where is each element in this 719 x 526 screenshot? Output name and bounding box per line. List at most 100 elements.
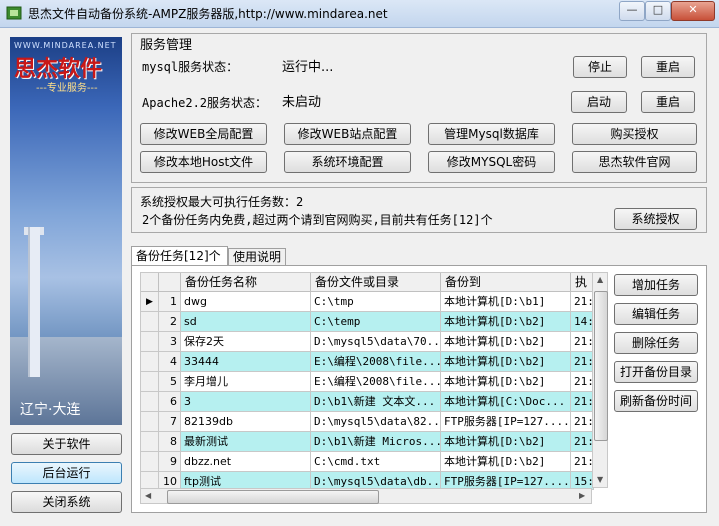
cell-dest[interactable]: FTP服务器[IP=127.... (441, 412, 571, 432)
edit-web-global-config-button[interactable]: 修改WEB全局配置 (140, 123, 267, 145)
cell-dest[interactable]: 本地计算机[C:\Doc... (441, 392, 571, 412)
open-backup-dir-button[interactable]: 打开备份目录 (614, 361, 698, 383)
table-row[interactable]: 8 最新测试 D:\b1\新建 Micros... 本地计算机[D:\b2] 21: (141, 432, 593, 452)
row-indicator (141, 432, 159, 452)
cell-exec[interactable]: 21: (571, 372, 593, 392)
cell-name[interactable]: dbzz.net (181, 452, 311, 472)
cell-name[interactable]: sd (181, 312, 311, 332)
grid-vertical-scrollbar[interactable]: ▲ ▼ (592, 272, 608, 488)
cell-src[interactable]: C:\tmp (311, 292, 441, 312)
license-note: 2个备份任务内免费,超过两个请到官网购买,目前共有任务[12]个 (142, 213, 493, 227)
cell-dest[interactable]: 本地计算机[D:\b2] (441, 312, 571, 332)
cell-src[interactable]: E:\编程\2008\file... (311, 352, 441, 372)
cell-name[interactable]: 保存2天 (181, 332, 311, 352)
system-license-button[interactable]: 系统授权 (614, 208, 697, 230)
table-row[interactable]: 7 82139db D:\mysql5\data\82... FTP服务器[IP=12… (141, 412, 593, 432)
mysql-status-value: 运行中... (282, 60, 334, 75)
row-indicator (141, 332, 159, 352)
table-row[interactable]: 2 sd C:\temp 本地计算机[D:\b2] 14: (141, 312, 593, 332)
apache-status-label: Apache2.2服务状态： (142, 96, 268, 110)
header-destination[interactable]: 备份到 (441, 273, 571, 291)
brand-banner: WWW.MINDAREA.NET 思杰软件 ---专业服务--- 辽宁·大连 (10, 37, 122, 425)
current-row-indicator-icon: ▶ (141, 292, 159, 312)
cell-name[interactable]: 最新测试 (181, 432, 311, 452)
header-exec[interactable]: 执 (571, 273, 593, 291)
table-row[interactable]: 6 3 D:\b1\新建 文本文... 本地计算机[C:\Doc... 21: (141, 392, 593, 412)
about-button[interactable]: 关于软件 (11, 433, 122, 455)
cell-dest[interactable]: 本地计算机[D:\b2] (441, 452, 571, 472)
cell-name[interactable]: 李月增儿 (181, 372, 311, 392)
apache-status-value: 未启动 (282, 95, 322, 110)
cell-src[interactable]: E:\编程\2008\file... (311, 372, 441, 392)
tasks-grid[interactable]: 备份任务名称 备份文件或目录 备份到 执 ▶ 1 dwg C:\tmp 本地计算机[D:… (140, 272, 594, 490)
horizontal-scroll-thumb[interactable] (167, 490, 379, 504)
cell-exec[interactable]: 21: (571, 352, 593, 372)
scroll-up-icon[interactable]: ▲ (597, 275, 603, 284)
table-row[interactable]: 5 李月增儿 E:\编程\2008\file... 本地计算机[D:\b2] 21: (141, 372, 593, 392)
tab-instructions[interactable]: 使用说明 (228, 248, 286, 266)
row-indicator (141, 372, 159, 392)
cell-src[interactable]: C:\cmd.txt (311, 452, 441, 472)
monument-icon (28, 227, 40, 377)
manage-mysql-db-button[interactable]: 管理Mysql数据库 (428, 123, 555, 145)
mysql-restart-button[interactable]: 重启 (641, 56, 695, 78)
cell-src[interactable]: C:\temp (311, 312, 441, 332)
cell-name[interactable]: 82139db (181, 412, 311, 432)
row-number: 7 (159, 412, 181, 432)
cell-exec[interactable]: 14: (571, 312, 593, 332)
cell-exec[interactable]: 21: (571, 412, 593, 432)
close-system-button[interactable]: 关闭系统 (11, 491, 122, 513)
grid-header: 备份任务名称 备份文件或目录 备份到 执 (141, 273, 593, 292)
mysql-stop-button[interactable]: 停止 (573, 56, 627, 78)
row-indicator (141, 312, 159, 332)
delete-task-button[interactable]: 删除任务 (614, 332, 698, 354)
cell-dest[interactable]: 本地计算机[D:\b1] (441, 292, 571, 312)
scroll-right-icon[interactable]: ▶ (579, 491, 585, 500)
apache-restart-button[interactable]: 重启 (641, 91, 695, 113)
cell-name[interactable]: 33444 (181, 352, 311, 372)
cell-dest[interactable]: 本地计算机[D:\b2] (441, 332, 571, 352)
add-task-button[interactable]: 增加任务 (614, 274, 698, 296)
cell-dest[interactable]: 本地计算机[D:\b2] (441, 372, 571, 392)
close-button[interactable]: ✕ (671, 1, 715, 21)
cell-dest[interactable]: 本地计算机[D:\b2] (441, 432, 571, 452)
edit-web-site-config-button[interactable]: 修改WEB站点配置 (284, 123, 411, 145)
tab-backup-tasks[interactable]: 备份任务[12]个 (131, 246, 228, 266)
table-row[interactable]: 9 dbzz.net C:\cmd.txt 本地计算机[D:\b2] 21: (141, 452, 593, 472)
edit-task-button[interactable]: 编辑任务 (614, 303, 698, 325)
scroll-down-icon[interactable]: ▼ (597, 475, 603, 484)
cell-exec[interactable]: 21: (571, 392, 593, 412)
vertical-scroll-thumb[interactable] (594, 291, 608, 441)
grid-horizontal-scrollbar[interactable]: ◀ ▶ (140, 488, 592, 504)
header-task-name[interactable]: 备份任务名称 (181, 273, 311, 291)
edit-host-file-button[interactable]: 修改本地Host文件 (140, 151, 267, 173)
cell-src[interactable]: D:\mysql5\data\82... (311, 412, 441, 432)
background-run-button[interactable]: 后台运行 (11, 462, 122, 484)
system-env-config-button[interactable]: 系统环境配置 (284, 151, 411, 173)
table-row[interactable]: ▶ 1 dwg C:\tmp 本地计算机[D:\b1] 21: (141, 292, 593, 312)
cell-src[interactable]: D:\b1\新建 文本文... (311, 392, 441, 412)
cell-name[interactable]: 3 (181, 392, 311, 412)
official-site-button[interactable]: 思杰软件官网 (572, 151, 697, 173)
cell-exec[interactable]: 21: (571, 332, 593, 352)
minimize-button[interactable]: — (619, 1, 645, 21)
header-source[interactable]: 备份文件或目录 (311, 273, 441, 291)
cell-dest[interactable]: 本地计算机[D:\b2] (441, 352, 571, 372)
table-row[interactable]: 4 33444 E:\编程\2008\file... 本地计算机[D:\b2] 21: (141, 352, 593, 372)
tasks-panel: 备份任务名称 备份文件或目录 备份到 执 ▶ 1 dwg C:\tmp 本地计算机[D:… (131, 265, 707, 513)
refresh-backup-time-button[interactable]: 刷新备份时间 (614, 390, 698, 412)
cell-exec[interactable]: 21: (571, 432, 593, 452)
cell-exec[interactable]: 21: (571, 452, 593, 472)
maximize-button[interactable]: □ (645, 1, 671, 21)
table-row[interactable]: 3 保存2天 D:\mysql5\data\70... 本地计算机[D:\b2] 21: (141, 332, 593, 352)
scroll-left-icon[interactable]: ◀ (145, 491, 151, 500)
banner-slogan: ---专业服务--- (36, 83, 98, 94)
cell-exec[interactable]: 21: (571, 292, 593, 312)
change-mysql-password-button[interactable]: 修改MYSQL密码 (428, 151, 555, 173)
row-number: 8 (159, 432, 181, 452)
apache-start-button[interactable]: 启动 (571, 91, 627, 113)
buy-license-button[interactable]: 购买授权 (572, 123, 697, 145)
cell-src[interactable]: D:\b1\新建 Micros... (311, 432, 441, 452)
cell-name[interactable]: dwg (181, 292, 311, 312)
cell-src[interactable]: D:\mysql5\data\70... (311, 332, 441, 352)
